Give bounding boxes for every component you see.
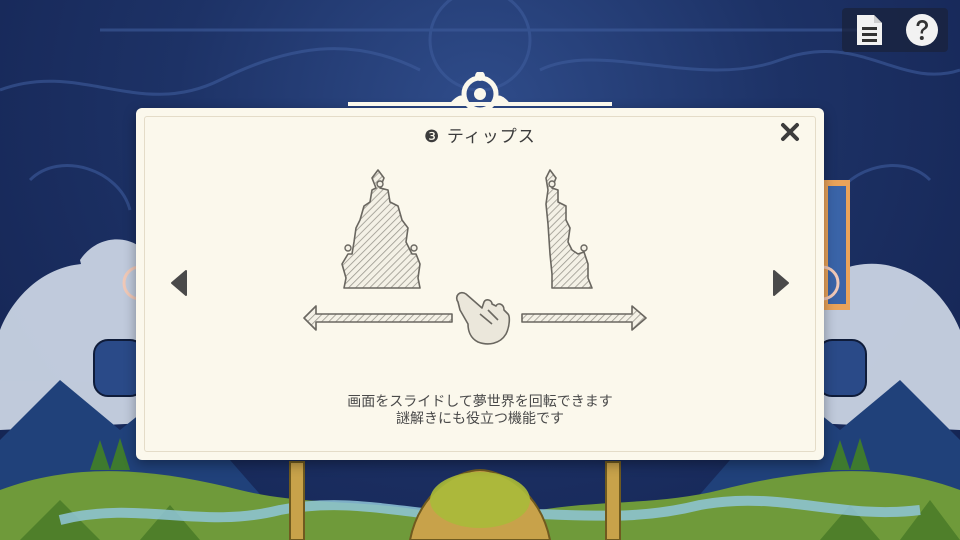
tower-side-view [545,169,593,289]
dialog-title-text: ティップス [446,127,536,147]
swipe-left-arrow [303,305,453,331]
top-toolbar [842,8,948,52]
tips-dialog: ❸ ティップス 画面をスライドして夢世界を回転できます 謎解きにも役立つ機能です [136,72,824,460]
tip-description: 画面をスライドして夢世界を回転できます 謎解きにも役立つ機能です [136,394,824,428]
previous-tip-button[interactable] [168,268,190,298]
help-button[interactable] [903,11,941,49]
dialog-top-ornament [348,72,612,113]
document-icon [856,15,882,45]
swipe-right-arrow [521,305,647,331]
triangle-right-icon [773,270,789,296]
close-button[interactable] [776,118,804,146]
dialog-title: ❸ ティップス [136,122,824,147]
triangle-left-icon [171,270,187,296]
help-icon [905,14,938,46]
tip-description-line-2: 謎解きにも役立つ機能です [396,411,564,427]
step-marker: ❸ [424,127,441,147]
close-icon [781,123,799,141]
next-tip-button[interactable] [770,268,792,298]
tip-description-line-1: 画面をスライドして夢世界を回転できます [347,394,613,410]
rotate-world-illustration [303,169,647,345]
swipe-hand-icon [455,291,511,345]
document-button[interactable] [850,11,888,49]
game-screen: ❸ ティップス 画面をスライドして夢世界を回転できます 謎解きにも役立つ機能です [0,0,960,540]
tower-front-view [341,169,421,289]
